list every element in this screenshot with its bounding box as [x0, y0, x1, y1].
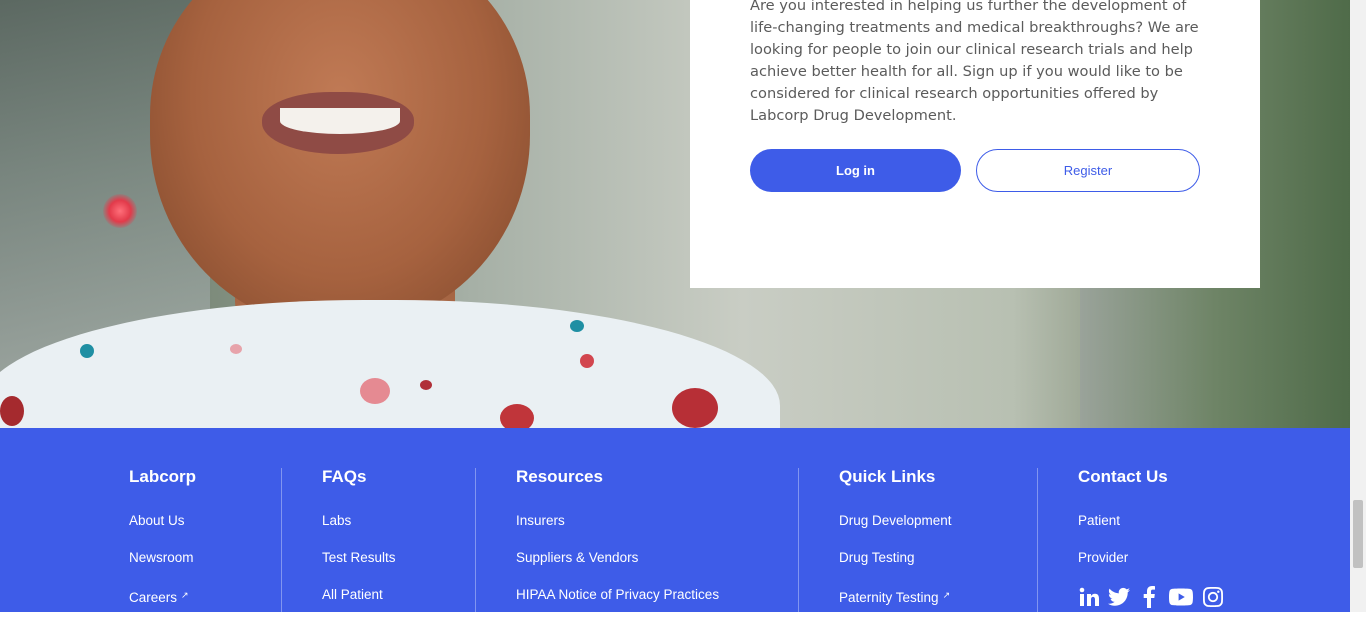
footer-heading: Resources — [516, 467, 603, 486]
hero-person-teeth — [280, 108, 400, 134]
footer-link-drug-development[interactable]: Drug Development — [839, 509, 952, 546]
login-button[interactable]: Log in — [750, 149, 961, 192]
blouse-flower — [230, 344, 242, 354]
footer-link-paternity-testing[interactable]: Paternity Testing ↗ — [839, 583, 952, 620]
social-links — [1078, 586, 1224, 608]
footer-divider — [475, 468, 476, 618]
footer-divider — [281, 468, 282, 618]
clinical-trials-card: Are you interested in helping us further… — [690, 0, 1260, 288]
blouse-flower — [672, 388, 718, 428]
site-footer: Labcorp About Us Newsroom Careers ↗ FAQs … — [0, 428, 1350, 618]
footer-link-test-results[interactable]: Test Results — [322, 546, 396, 583]
linkedin-icon[interactable] — [1078, 586, 1100, 608]
blouse-flower — [420, 380, 432, 390]
clinical-trials-intro: Are you interested in helping us further… — [750, 0, 1199, 124]
external-link-icon: ↗ — [942, 590, 951, 600]
footer-link-patient[interactable]: Patient — [1078, 509, 1168, 546]
page-scrollbar[interactable] — [1350, 0, 1366, 612]
footer-link-hipaa-notice[interactable]: HIPAA Notice of Privacy Practices — [516, 583, 719, 620]
footer-heading: Labcorp — [129, 467, 197, 486]
footer-divider — [1037, 468, 1038, 618]
footer-column-faqs: FAQs Labs Test Results All Patient — [322, 468, 396, 620]
footer-column-quick-links: Quick Links Drug Development Drug Testin… — [839, 468, 952, 620]
footer-divider — [798, 468, 799, 618]
instagram-icon[interactable] — [1202, 586, 1224, 608]
footer-column-resources: Resources Insurers Suppliers & Vendors H… — [516, 468, 719, 620]
footer-heading: FAQs — [322, 467, 367, 486]
blouse-flower — [80, 344, 94, 358]
blouse-flower — [0, 396, 24, 426]
footer-column-contact-us: Contact Us Patient Provider — [1078, 468, 1168, 583]
blouse-flower — [360, 378, 390, 404]
facebook-icon[interactable] — [1138, 586, 1160, 608]
scrollbar-thumb[interactable] — [1353, 500, 1363, 568]
footer-link-labs[interactable]: Labs — [322, 509, 396, 546]
footer-link-about-us[interactable]: About Us — [129, 509, 196, 546]
background-traffic-light — [103, 194, 137, 228]
youtube-icon[interactable] — [1168, 586, 1194, 608]
blouse-flower — [580, 354, 594, 368]
footer-heading: Contact Us — [1078, 467, 1168, 486]
footer-link-provider[interactable]: Provider — [1078, 546, 1168, 583]
footer-heading: Quick Links — [839, 467, 936, 486]
footer-link-all-patient[interactable]: All Patient — [322, 583, 396, 620]
register-button[interactable]: Register — [976, 149, 1200, 192]
blouse-flower — [570, 320, 584, 332]
footer-link-drug-testing[interactable]: Drug Testing — [839, 546, 952, 583]
blouse-flower — [500, 404, 534, 428]
external-link-icon: ↗ — [181, 590, 189, 600]
footer-link-suppliers-vendors[interactable]: Suppliers & Vendors — [516, 546, 719, 583]
footer-link-careers[interactable]: Careers ↗ — [129, 583, 196, 620]
twitter-icon[interactable] — [1108, 586, 1130, 608]
footer-link-newsroom[interactable]: Newsroom — [129, 546, 196, 583]
footer-column-labcorp: Labcorp About Us Newsroom Careers ↗ — [129, 468, 196, 620]
footer-link-insurers[interactable]: Insurers — [516, 509, 719, 546]
